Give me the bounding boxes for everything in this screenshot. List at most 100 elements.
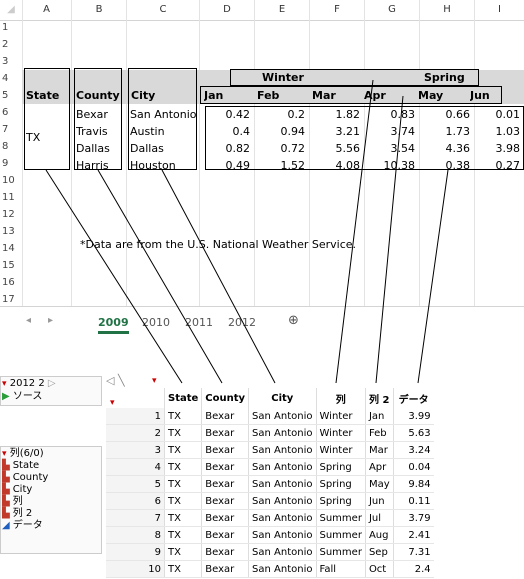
county-cell[interactable]: Travis: [76, 124, 108, 140]
table-column-header[interactable]: 列: [315, 388, 366, 408]
col-header-f[interactable]: F: [310, 0, 365, 20]
table-row[interactable]: 6 TX Bexar San Antonio Spring Jun 0.11: [106, 492, 434, 510]
table-column-header[interactable]: State: [163, 388, 202, 408]
county-cell[interactable]: Harris: [76, 158, 109, 174]
city-cell[interactable]: San Antonio: [130, 107, 198, 123]
value-cell[interactable]: 0.83: [365, 107, 419, 123]
row-header-14[interactable]: 14: [0, 243, 24, 254]
col-header-c[interactable]: C: [127, 0, 200, 20]
value-cell[interactable]: 10.38: [365, 158, 419, 174]
row-number[interactable]: 10: [106, 560, 165, 578]
state-value[interactable]: TX: [26, 130, 40, 146]
value-cell[interactable]: 0.38: [420, 158, 474, 174]
row-header-3[interactable]: 3: [0, 56, 24, 67]
row-number[interactable]: 1: [106, 408, 165, 425]
table-row[interactable]: 4 TX Bexar San Antonio Spring Apr 0.04: [106, 458, 434, 476]
row-header-12[interactable]: 12: [0, 209, 24, 220]
value-cell[interactable]: 1.03: [475, 124, 524, 140]
row-number[interactable]: 3: [106, 441, 165, 459]
value-cell[interactable]: 4.08: [310, 158, 364, 174]
row-header-17[interactable]: 17: [0, 294, 24, 305]
value-cell[interactable]: 0.82: [205, 141, 254, 157]
row-number[interactable]: 2: [106, 424, 165, 442]
table-column-header[interactable]: County: [201, 388, 249, 408]
tab-scroll-right-icon[interactable]: ▸: [48, 315, 53, 326]
row-number[interactable]: 9: [106, 543, 165, 561]
select-all-corner[interactable]: ◢: [0, 0, 23, 20]
add-sheet-icon[interactable]: ⊕: [288, 313, 299, 329]
tab-2009[interactable]: 2009: [98, 315, 129, 334]
value-cell[interactable]: 0.2: [255, 107, 309, 123]
row-header-16[interactable]: 16: [0, 277, 24, 288]
row-header-8[interactable]: 8: [0, 141, 24, 152]
row-header-5[interactable]: 5: [0, 90, 24, 101]
column-list-item[interactable]: ▙ County: [2, 472, 48, 484]
value-cell[interactable]: 0.42: [205, 107, 254, 123]
row-number[interactable]: 4: [106, 458, 165, 476]
row-header-11[interactable]: 11: [0, 192, 24, 203]
value-cell[interactable]: 0.01: [475, 107, 524, 123]
city-cell[interactable]: Dallas: [130, 141, 198, 157]
city-cell[interactable]: Houston: [130, 158, 198, 174]
value-cell[interactable]: 0.4: [205, 124, 254, 140]
col-header-h[interactable]: H: [420, 0, 475, 20]
row-number[interactable]: 7: [106, 509, 165, 527]
value-cell[interactable]: 0.72: [255, 141, 309, 157]
table-column-header[interactable]: City: [248, 388, 316, 408]
columns-header[interactable]: ▾ 列(6/0): [2, 448, 44, 460]
tab-2011[interactable]: 2011: [185, 315, 213, 331]
row-header-15[interactable]: 15: [0, 260, 24, 271]
value-cell[interactable]: 1.73: [420, 124, 474, 140]
tab-scroll-left-icon[interactable]: ◂: [26, 315, 31, 326]
county-cell[interactable]: Dallas: [76, 141, 110, 157]
row-header-6[interactable]: 6: [0, 107, 24, 118]
table-row[interactable]: 3 TX Bexar San Antonio Winter Mar 3.24: [106, 441, 434, 459]
value-cell[interactable]: 3.74: [365, 124, 419, 140]
tab-2010[interactable]: 2010: [142, 315, 170, 331]
run-script-icon[interactable]: ▶: [2, 391, 10, 402]
col-header-g[interactable]: G: [365, 0, 420, 20]
row-header-2[interactable]: 2: [0, 39, 24, 50]
row-header-9[interactable]: 9: [0, 158, 24, 169]
value-cell[interactable]: 3.54: [365, 141, 419, 157]
red-triangle-icon[interactable]: ▾: [2, 379, 7, 389]
value-cell[interactable]: 1.82: [310, 107, 364, 123]
table-row[interactable]: 7 TX Bexar San Antonio Summer Jul 3.79: [106, 509, 434, 527]
table-name-item[interactable]: ▾ 2012 2 ▷: [2, 378, 56, 390]
col-header-a[interactable]: A: [22, 0, 72, 20]
row-header-4[interactable]: 4: [0, 73, 24, 84]
column-list-item[interactable]: ▙ State: [2, 460, 39, 472]
table-column-header[interactable]: データ: [392, 388, 434, 408]
county-cell[interactable]: Bexar: [76, 107, 108, 123]
row-header-10[interactable]: 10: [0, 175, 24, 186]
column-list-item[interactable]: ▙ 列: [2, 496, 23, 508]
value-cell[interactable]: 0.49: [205, 158, 254, 174]
red-triangle-icon[interactable]: ▾: [2, 449, 7, 459]
value-cell[interactable]: 4.36: [420, 141, 474, 157]
table-row[interactable]: 8 TX Bexar San Antonio Summer Aug 2.41: [106, 526, 434, 544]
value-cell[interactable]: 3.98: [475, 141, 524, 157]
value-cell[interactable]: 5.56: [310, 141, 364, 157]
table-row[interactable]: 10 TX Bexar San Antonio Fall Oct 2.4: [106, 560, 434, 578]
row-header-1[interactable]: 1: [0, 22, 24, 33]
column-list-item[interactable]: ◢ データ: [2, 520, 43, 532]
column-list-item[interactable]: ▙ 列 2: [2, 508, 32, 520]
source-item[interactable]: ▶ ソース: [2, 391, 42, 403]
value-cell[interactable]: 0.66: [420, 107, 474, 123]
table-row[interactable]: 5 TX Bexar San Antonio Spring May 9.84: [106, 475, 434, 493]
row-header-7[interactable]: 7: [0, 124, 24, 135]
tab-2012[interactable]: 2012: [228, 315, 256, 331]
city-cell[interactable]: Austin: [130, 124, 198, 140]
table-column-header[interactable]: 列 2: [364, 388, 394, 408]
table-row[interactable]: 2 TX Bexar San Antonio Winter Feb 5.63: [106, 424, 434, 442]
value-cell[interactable]: 1.52: [255, 158, 309, 174]
value-cell[interactable]: 3.21: [310, 124, 364, 140]
table-row[interactable]: 9 TX Bexar San Antonio Summer Sep 7.31: [106, 543, 434, 561]
collapse-icon[interactable]: ▷: [48, 378, 56, 389]
col-header-d[interactable]: D: [200, 0, 255, 20]
col-header-e[interactable]: E: [255, 0, 310, 20]
red-triangle-icon[interactable]: ▾: [110, 398, 115, 408]
col-header-b[interactable]: B: [72, 0, 127, 20]
value-cell[interactable]: 0.27: [475, 158, 524, 174]
red-triangle-icon[interactable]: ▾: [152, 376, 157, 386]
